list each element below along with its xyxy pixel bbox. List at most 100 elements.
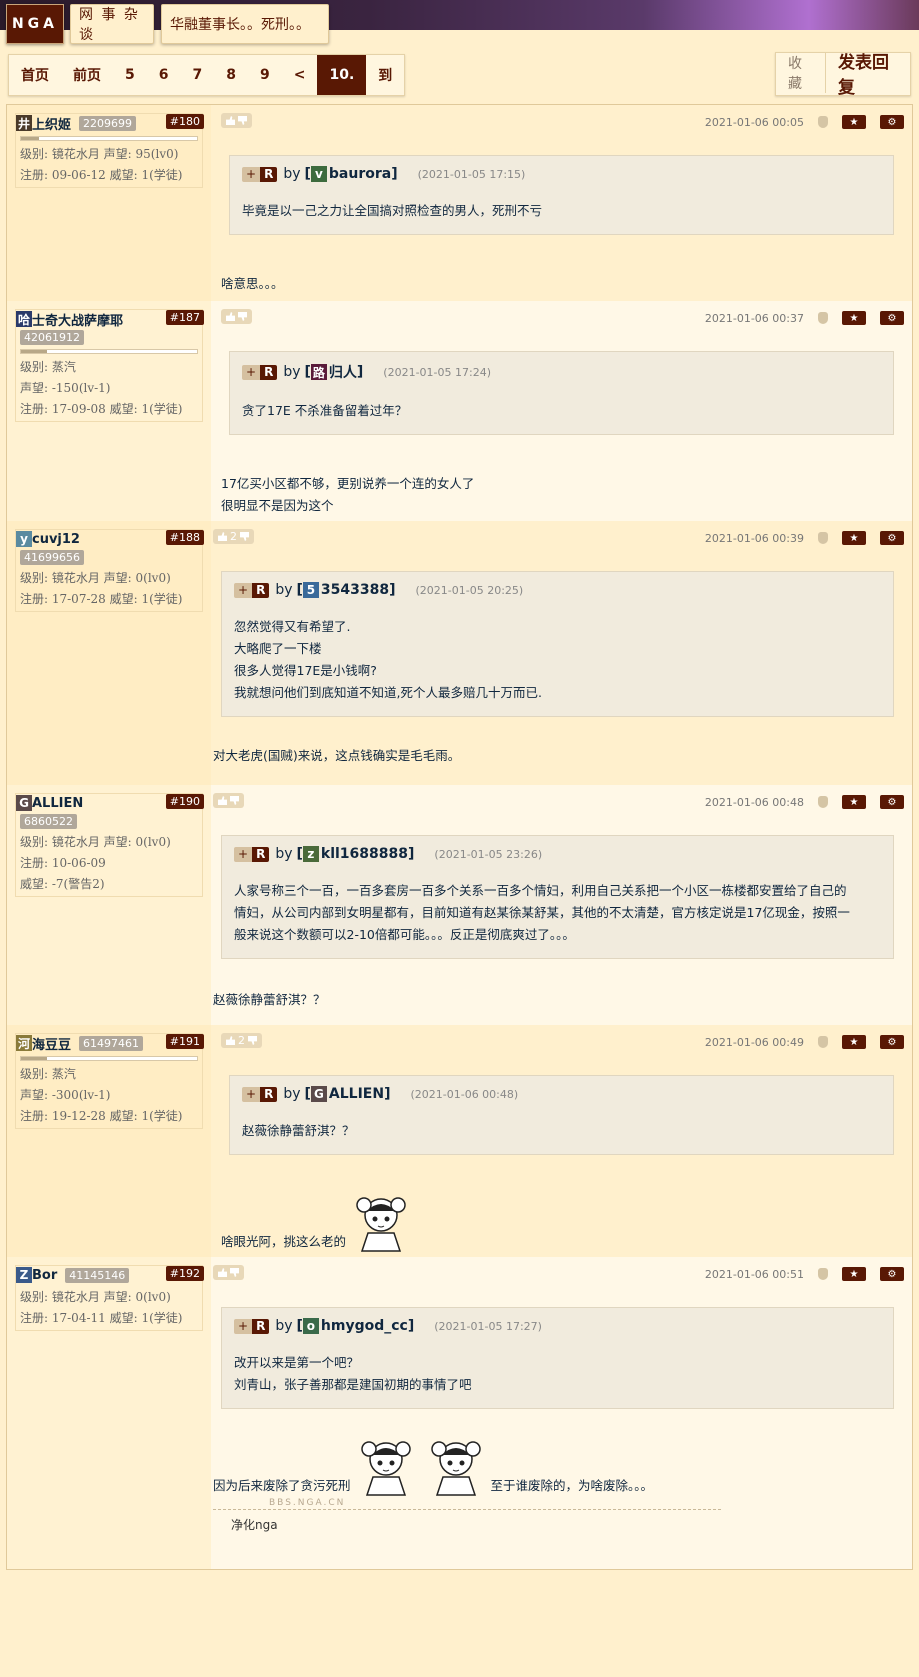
vote-buttons[interactable]: 2	[213, 529, 254, 544]
vote-buttons[interactable]: 2	[221, 1033, 262, 1048]
reply-quote-button[interactable]: + R	[242, 364, 278, 380]
user-avatar-icon[interactable]: Z	[16, 1267, 32, 1283]
quote-block: + Rby[路归人] (2021-01-05 17:24) 贪了17E 不杀准备留着过…	[229, 351, 894, 435]
username[interactable]: ALLIEN	[32, 796, 83, 811]
quoted-user[interactable]: [v baurora]	[304, 166, 398, 182]
user-avatar-icon[interactable]: 河	[16, 1035, 32, 1051]
quoted-user-avatar-icon[interactable]: v	[310, 166, 327, 182]
floor-badge[interactable]: #192	[165, 1266, 204, 1281]
thumbs-down-icon[interactable]	[248, 1036, 257, 1045]
gear-icon[interactable]: ⚙	[880, 1035, 904, 1049]
username[interactable]: 上织姬	[32, 114, 71, 133]
thumbs-down-icon[interactable]	[238, 116, 247, 125]
thumbs-down-icon[interactable]	[238, 312, 247, 321]
breadcrumb-forum[interactable]: 网 事 杂 谈	[70, 4, 154, 44]
user-avatar-icon[interactable]: 井	[16, 115, 32, 131]
plus-icon[interactable]: +	[234, 1318, 253, 1334]
quoted-user[interactable]: [o hmygod_cc]	[296, 1318, 414, 1334]
plus-icon[interactable]: +	[234, 846, 253, 862]
quoted-user-avatar-icon[interactable]: G	[310, 1086, 327, 1102]
floor-badge[interactable]: #187	[165, 310, 204, 325]
quoted-user-name[interactable]: hmygod_cc	[321, 1318, 408, 1334]
page-link[interactable]: 前页	[61, 55, 113, 95]
plus-icon[interactable]: +	[242, 364, 261, 380]
quoted-user-name[interactable]: baurora	[329, 166, 391, 182]
reply-quote-button[interactable]: + R	[242, 1086, 278, 1102]
star-icon[interactable]: ★	[842, 311, 866, 325]
gear-icon[interactable]: ⚙	[880, 115, 904, 129]
star-icon[interactable]: ★	[842, 795, 866, 809]
quoted-user-avatar-icon[interactable]: o	[302, 1318, 319, 1334]
r-icon[interactable]: R	[252, 582, 270, 598]
r-icon[interactable]: R	[260, 166, 278, 182]
username[interactable]: Bor	[32, 1268, 57, 1283]
page-link[interactable]: 9	[248, 55, 282, 95]
breadcrumb-thread[interactable]: 华融董事长。。死刑。。	[161, 4, 329, 44]
star-icon[interactable]: ★	[842, 1035, 866, 1049]
reply-quote-button[interactable]: + R	[242, 166, 278, 182]
floor-badge[interactable]: #191	[165, 1034, 204, 1049]
username[interactable]: cuvj12	[32, 532, 80, 547]
thumbs-up-icon[interactable]	[218, 796, 227, 805]
page-link[interactable]: 5	[113, 55, 147, 95]
quoted-user[interactable]: [5 3543388]	[296, 582, 396, 598]
vote-buttons[interactable]	[213, 1265, 244, 1280]
floor-badge[interactable]: #188	[165, 530, 204, 545]
page-link[interactable]: 到	[366, 55, 404, 95]
gear-icon[interactable]: ⚙	[880, 1267, 904, 1281]
floor-badge[interactable]: #180	[165, 114, 204, 129]
page-link[interactable]: 6	[147, 55, 181, 95]
quoted-user-name[interactable]: ALLIEN	[329, 1086, 384, 1102]
vote-buttons[interactable]	[213, 793, 244, 808]
thumbs-up-icon[interactable]	[226, 116, 235, 125]
quoted-user-name[interactable]: 3543388	[321, 582, 389, 598]
star-icon[interactable]: ★	[842, 1267, 866, 1281]
favorite-button[interactable]: 收藏	[776, 53, 826, 93]
thumbs-up-icon[interactable]	[226, 312, 235, 321]
reply-quote-button[interactable]: + R	[234, 582, 270, 598]
page-link[interactable]: <	[282, 55, 318, 95]
plus-icon[interactable]: +	[234, 582, 253, 598]
reply-quote-button[interactable]: + R	[234, 1318, 270, 1334]
user-avatar-icon[interactable]: y	[16, 531, 32, 547]
thumbs-up-icon[interactable]	[226, 1036, 235, 1045]
r-icon[interactable]: R	[260, 364, 278, 380]
plus-icon[interactable]: +	[242, 166, 261, 182]
vote-buttons[interactable]	[221, 113, 252, 128]
gear-icon[interactable]: ⚙	[880, 795, 904, 809]
thumbs-down-icon[interactable]	[230, 1268, 239, 1277]
quoted-user-name[interactable]: kll1688888	[321, 846, 408, 862]
gear-icon[interactable]: ⚙	[880, 531, 904, 545]
star-icon[interactable]: ★	[842, 531, 866, 545]
quoted-user-avatar-icon[interactable]: z	[302, 846, 319, 862]
nga-logo[interactable]: NGA	[6, 4, 64, 44]
page-link[interactable]: 8	[214, 55, 248, 95]
thumbs-down-icon[interactable]	[240, 532, 249, 541]
floor-badge[interactable]: #190	[165, 794, 204, 809]
page-link[interactable]: 10.	[317, 55, 367, 95]
thumbs-up-icon[interactable]	[218, 532, 227, 541]
r-icon[interactable]: R	[252, 846, 270, 862]
thumbs-up-icon[interactable]	[218, 1268, 227, 1277]
quoted-user[interactable]: [路归人]	[304, 362, 363, 382]
page-link[interactable]: 首页	[9, 55, 61, 95]
quoted-user-avatar-icon[interactable]: 路	[310, 364, 327, 380]
username[interactable]: 海豆豆	[32, 1034, 71, 1053]
user-avatar-icon[interactable]: G	[16, 795, 32, 811]
r-icon[interactable]: R	[260, 1086, 278, 1102]
quoted-user-name[interactable]: 归人	[329, 362, 357, 382]
quoted-user-avatar-icon[interactable]: 5	[302, 582, 319, 598]
page-link[interactable]: 7	[181, 55, 215, 95]
thumbs-down-icon[interactable]	[230, 796, 239, 805]
post-reply-button[interactable]: 发表回复	[826, 53, 910, 98]
gear-icon[interactable]: ⚙	[880, 311, 904, 325]
quoted-user[interactable]: [G ALLIEN]	[304, 1086, 390, 1102]
vote-buttons[interactable]	[221, 309, 252, 324]
user-avatar-icon[interactable]: 哈	[16, 311, 32, 327]
quoted-user[interactable]: [z kll1688888]	[296, 846, 414, 862]
r-icon[interactable]: R	[252, 1318, 270, 1334]
plus-icon[interactable]: +	[242, 1086, 261, 1102]
reply-quote-button[interactable]: + R	[234, 846, 270, 862]
username[interactable]: 士奇大战萨摩耶	[32, 310, 123, 329]
star-icon[interactable]: ★	[842, 115, 866, 129]
